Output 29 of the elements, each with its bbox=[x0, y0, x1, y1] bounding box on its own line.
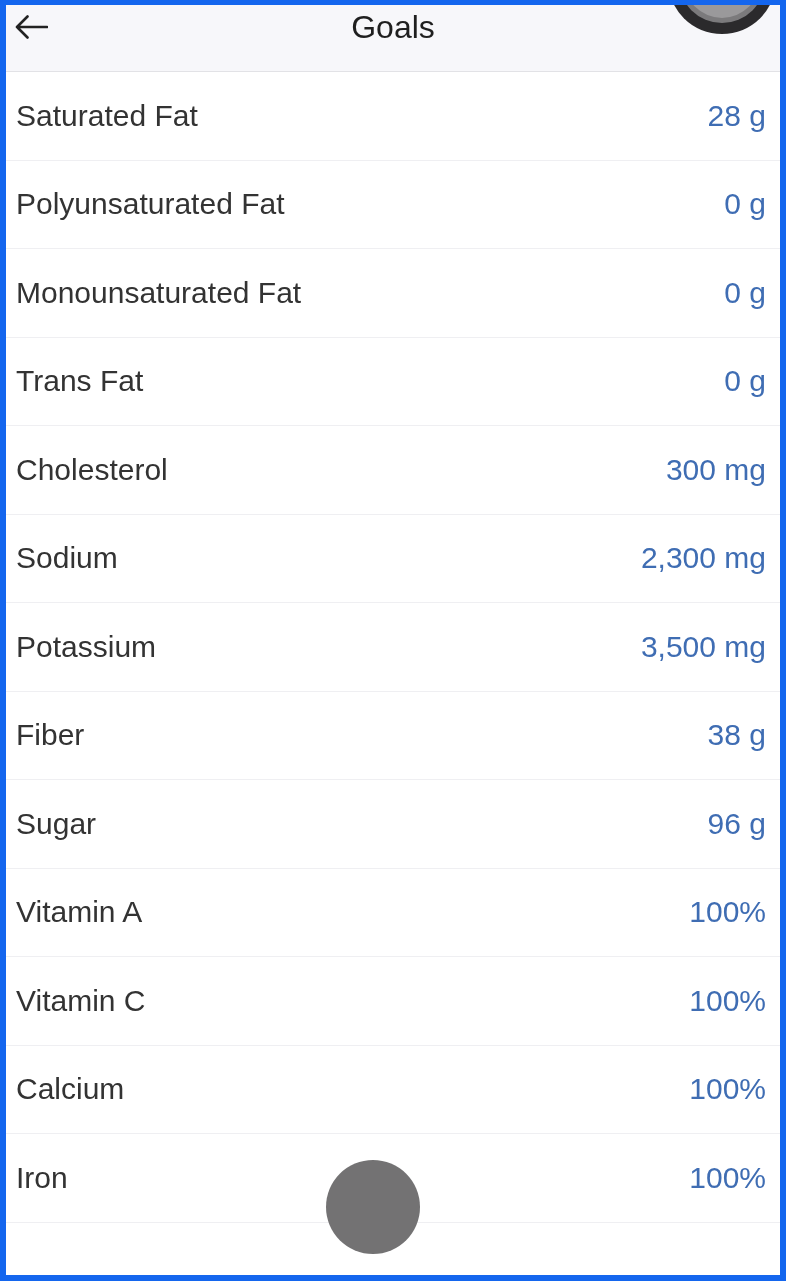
goal-value: 0 g bbox=[724, 187, 766, 222]
goal-value: 300 mg bbox=[665, 452, 766, 487]
nutrient-label: Potassium bbox=[16, 629, 157, 664]
goal-value: 2,300 mg bbox=[640, 541, 766, 576]
goal-value: 100% bbox=[689, 1160, 766, 1195]
goal-value: 0 g bbox=[724, 275, 766, 310]
back-arrow-icon[interactable] bbox=[15, 15, 48, 39]
nutrient-label: Sodium bbox=[16, 541, 118, 576]
nutrient-label: Fiber bbox=[16, 718, 85, 753]
page-title: Goals bbox=[351, 9, 435, 45]
goal-value: 100% bbox=[689, 895, 766, 930]
touch-indicator-icon bbox=[326, 1160, 420, 1254]
goal-value: 28 g bbox=[707, 98, 766, 133]
goal-value: 38 g bbox=[707, 718, 766, 753]
nutrient-label: Polyunsaturated Fat bbox=[16, 187, 285, 222]
nutrient-label: Monounsaturated Fat bbox=[16, 275, 302, 310]
nutrient-label: Cholesterol bbox=[16, 452, 168, 487]
nutrient-label: Calcium bbox=[16, 1072, 125, 1107]
nutrient-label: Iron bbox=[16, 1160, 68, 1195]
goal-value: 100% bbox=[689, 1072, 766, 1107]
goal-value: 3,500 mg bbox=[640, 629, 766, 664]
nutrient-label: Vitamin C bbox=[16, 983, 146, 1018]
nutrient-label: Sugar bbox=[16, 806, 97, 841]
goal-value: 0 g bbox=[724, 364, 766, 399]
nutrient-label: Vitamin A bbox=[16, 895, 143, 930]
goal-value: 96 g bbox=[707, 806, 766, 841]
nutrient-label: Trans Fat bbox=[16, 364, 144, 399]
goal-value: 100% bbox=[689, 983, 766, 1018]
nutrient-label: Saturated Fat bbox=[16, 98, 198, 133]
